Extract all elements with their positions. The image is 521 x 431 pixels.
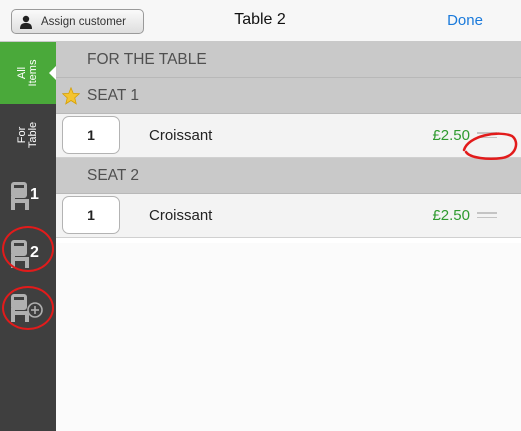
page-title: Table 2 — [234, 11, 286, 28]
assign-customer-button[interactable]: Assign customer — [11, 9, 144, 34]
tab-for-table[interactable]: For Table — [0, 104, 56, 166]
person-icon — [20, 15, 32, 29]
section-header-seat-1: SEAT 1 — [56, 78, 521, 114]
item-price: £2.50 — [432, 207, 470, 224]
add-seat-button[interactable] — [0, 280, 56, 338]
section-label: SEAT 2 — [87, 166, 139, 184]
item-name: Croissant — [149, 207, 213, 224]
chair-icon — [11, 240, 29, 268]
tab-all-items-label: All Items — [16, 59, 39, 87]
order-list: FOR THE TABLE SEAT 1 1 Croissant £2.50 S… — [56, 42, 521, 431]
drag-handle-icon[interactable] — [477, 212, 497, 220]
star-icon — [62, 87, 80, 105]
section-header-for-the-table: FOR THE TABLE — [56, 42, 521, 78]
section-header-seat-2: SEAT 2 — [56, 158, 521, 194]
seat-1-number: 1 — [30, 186, 39, 203]
sidebar: All Items For Table 1 2 — [0, 42, 56, 431]
seat-2-button[interactable]: 2 — [0, 226, 56, 284]
done-button[interactable]: Done — [430, 12, 500, 29]
quantity-button[interactable]: 1 — [62, 116, 120, 154]
annotation-scribble-drag-handle — [462, 132, 518, 160]
section-label: FOR THE TABLE — [87, 50, 207, 68]
order-item-row[interactable]: 1 Croissant £2.50 — [56, 114, 521, 158]
seat-2-number: 2 — [30, 244, 39, 261]
quantity-button[interactable]: 1 — [62, 196, 120, 234]
section-label: SEAT 1 — [87, 86, 139, 104]
tab-for-table-label: For Table — [16, 121, 39, 149]
top-bar: Assign customer Table 2 Done — [0, 0, 521, 42]
assign-customer-label: Assign customer — [41, 15, 127, 28]
empty-list-area — [56, 243, 521, 431]
seat-1-button[interactable]: 1 — [0, 168, 56, 226]
order-item-row[interactable]: 1 Croissant £2.50 — [56, 194, 521, 238]
chair-icon — [11, 182, 29, 210]
item-name: Croissant — [149, 127, 213, 144]
add-seat-icon — [11, 294, 43, 322]
tab-all-items[interactable]: All Items — [0, 42, 56, 104]
